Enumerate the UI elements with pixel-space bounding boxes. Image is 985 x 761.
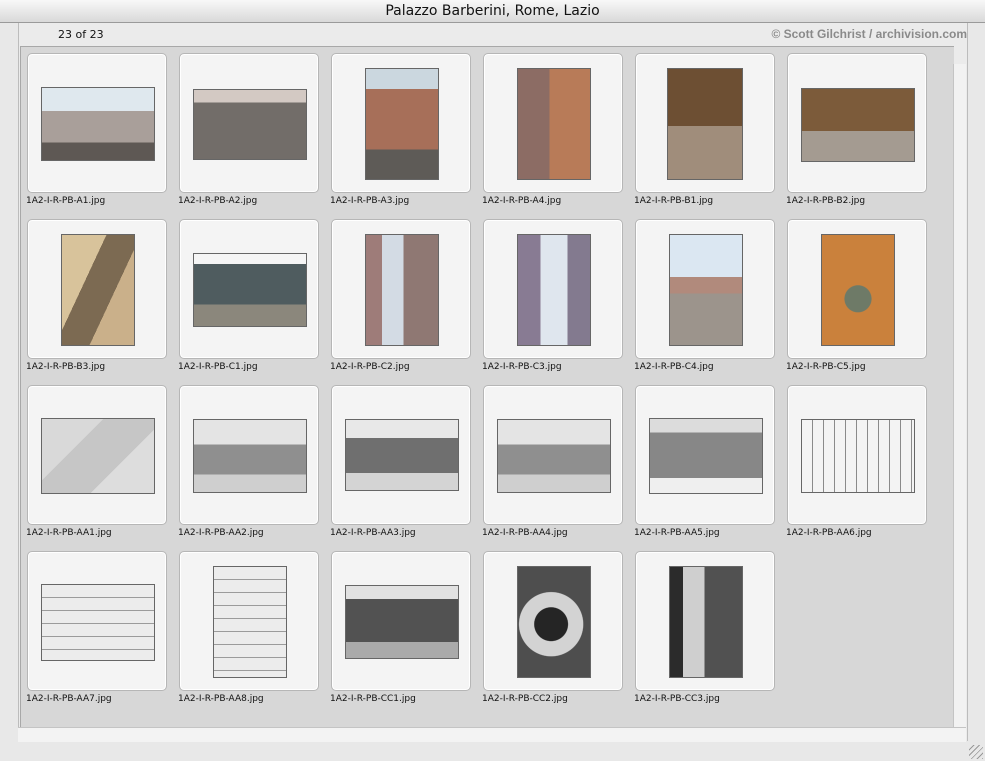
thumbnail-card[interactable] [787, 53, 927, 193]
thumbnail-image[interactable] [365, 234, 439, 346]
photo-credit: © Scott Gilchrist / archivision.com [771, 27, 967, 41]
thumbnail-image[interactable] [41, 87, 155, 161]
thumbnail-card[interactable] [179, 219, 319, 359]
thumbnail-image[interactable] [517, 68, 591, 180]
thumbnail-image[interactable] [193, 89, 307, 160]
thumbnail-card[interactable] [27, 551, 167, 691]
thumbnail-image[interactable] [345, 419, 459, 491]
thumbnail-label: 1A2-I-R-PB-AA8.jpg [178, 694, 264, 704]
thumbnail-label: 1A2-I-R-PB-C1.jpg [178, 362, 258, 372]
thumbnail-card[interactable] [179, 53, 319, 193]
thumbnail-card[interactable] [787, 219, 927, 359]
thumbnail-grid: 1A2-I-R-PB-A1.jpg 1A2-I-R-PB-A2.jpg 1A2-… [20, 46, 954, 727]
thumbnail-card[interactable] [483, 219, 623, 359]
thumbnail-label: 1A2-I-R-PB-C5.jpg [786, 362, 866, 372]
vertical-scrollbar[interactable] [953, 64, 966, 727]
thumbnail-label: 1A2-I-R-PB-CC1.jpg [330, 694, 416, 704]
thumbnail-label: 1A2-I-R-PB-AA7.jpg [26, 694, 112, 704]
thumbnail-label: 1A2-I-R-PB-AA1.jpg [26, 528, 112, 538]
thumbnail-label: 1A2-I-R-PB-A2.jpg [178, 196, 258, 206]
thumbnail-image[interactable] [365, 68, 439, 180]
thumbnail-card[interactable] [635, 53, 775, 193]
thumbnail-label: 1A2-I-R-PB-AA5.jpg [634, 528, 720, 538]
thumbnail-label: 1A2-I-R-PB-A1.jpg [26, 196, 106, 206]
thumbnail-label: 1A2-I-R-PB-B3.jpg [26, 362, 106, 372]
thumbnail-card[interactable] [331, 551, 471, 691]
resize-handle-icon[interactable] [969, 745, 983, 759]
thumbnail-image[interactable] [497, 419, 611, 493]
thumbnail-card[interactable] [27, 385, 167, 525]
thumbnail-card[interactable] [179, 385, 319, 525]
thumbnail-label: 1A2-I-R-PB-C4.jpg [634, 362, 714, 372]
thumbnail-label: 1A2-I-R-PB-AA6.jpg [786, 528, 872, 538]
thumbnail-image[interactable] [649, 418, 763, 494]
thumbnail-image[interactable] [801, 88, 915, 162]
thumbnail-label: 1A2-I-R-PB-A4.jpg [482, 196, 562, 206]
thumbnail-label: 1A2-I-R-PB-AA2.jpg [178, 528, 264, 538]
thumbnail-image[interactable] [345, 585, 459, 659]
thumbnail-image[interactable] [669, 234, 743, 346]
thumbnail-card[interactable] [331, 53, 471, 193]
thumbnail-label: 1A2-I-R-PB-AA3.jpg [330, 528, 416, 538]
thumbnail-label: 1A2-I-R-PB-CC2.jpg [482, 694, 568, 704]
image-count: 23 of 23 [58, 28, 104, 41]
thumbnail-label: 1A2-I-R-PB-C3.jpg [482, 362, 562, 372]
thumbnail-image[interactable] [193, 419, 307, 493]
thumbnail-image[interactable] [667, 68, 743, 180]
thumbnail-card[interactable] [27, 219, 167, 359]
thumbnail-card[interactable] [635, 551, 775, 691]
horizontal-scrollbar[interactable] [18, 727, 966, 742]
thumbnail-image[interactable] [517, 234, 591, 346]
thumbnail-card[interactable] [635, 385, 775, 525]
thumbnail-card[interactable] [331, 385, 471, 525]
thumbnail-card[interactable] [27, 53, 167, 193]
thumbnail-image[interactable] [801, 419, 915, 493]
thumbnail-label: 1A2-I-R-PB-A3.jpg [330, 196, 410, 206]
thumbnail-card[interactable] [787, 385, 927, 525]
thumbnail-label: 1A2-I-R-PB-AA4.jpg [482, 528, 568, 538]
thumbnail-card[interactable] [483, 385, 623, 525]
thumbnail-card[interactable] [635, 219, 775, 359]
thumbnail-image[interactable] [193, 253, 307, 327]
thumbnail-label: 1A2-I-R-PB-CC3.jpg [634, 694, 720, 704]
thumbnail-image[interactable] [517, 566, 591, 678]
window-title: Palazzo Barberini, Rome, Lazio [0, 0, 985, 23]
thumbnail-label: 1A2-I-R-PB-B2.jpg [786, 196, 866, 206]
thumbnail-image[interactable] [41, 418, 155, 494]
thumbnail-image[interactable] [61, 234, 135, 346]
thumbnail-image[interactable] [41, 584, 155, 661]
thumbnail-image[interactable] [213, 566, 287, 678]
thumbnail-card[interactable] [179, 551, 319, 691]
thumbnail-image[interactable] [821, 234, 895, 346]
thumbnail-card[interactable] [331, 219, 471, 359]
thumbnail-image[interactable] [669, 566, 743, 678]
thumbnail-label: 1A2-I-R-PB-C2.jpg [330, 362, 410, 372]
thumbnail-card[interactable] [483, 551, 623, 691]
thumbnail-card[interactable] [483, 53, 623, 193]
thumbnail-label: 1A2-I-R-PB-B1.jpg [634, 196, 714, 206]
